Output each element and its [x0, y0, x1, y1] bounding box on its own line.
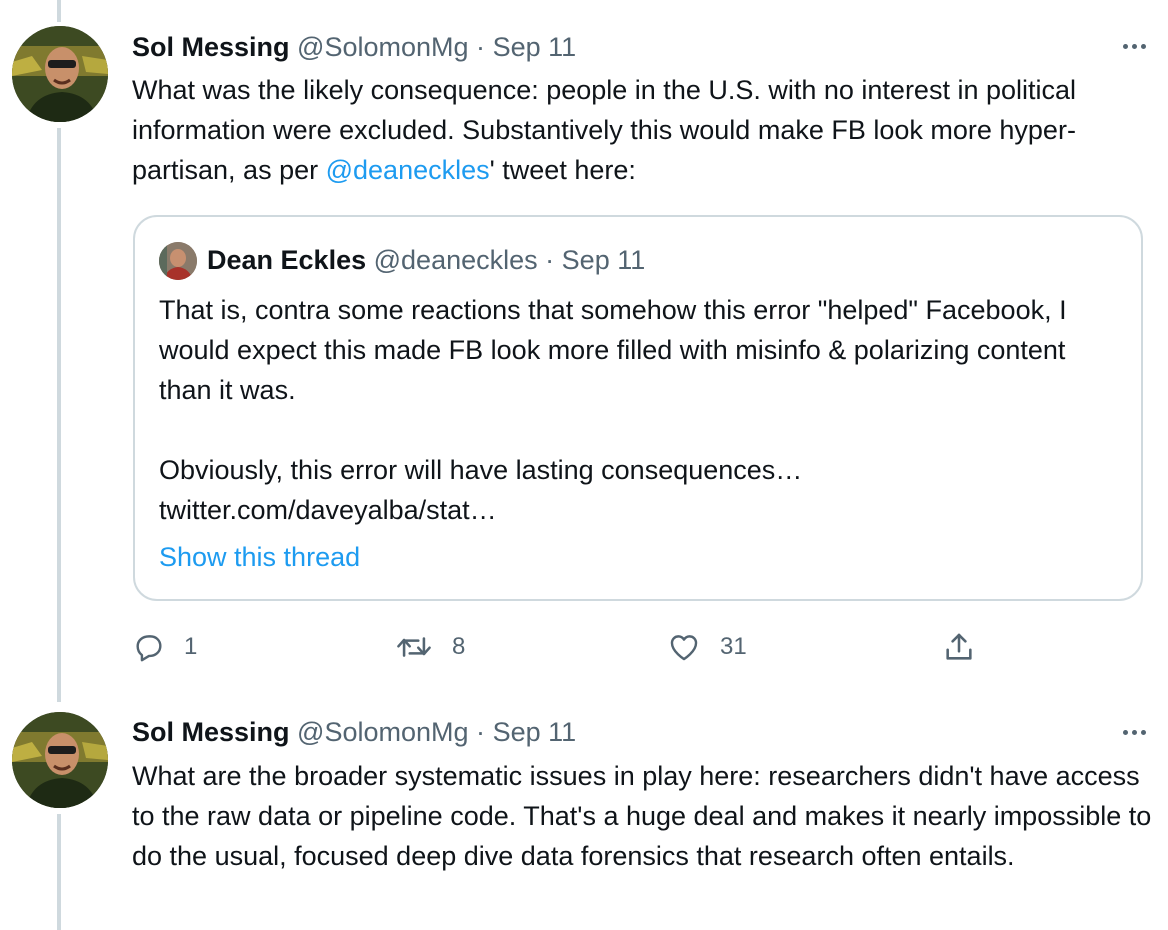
- tweet-header: Sol Messing @SolomonMg · Sep 11: [132, 30, 576, 64]
- avatar[interactable]: [12, 712, 108, 808]
- reply-icon: [136, 635, 162, 662]
- like-count: 31: [720, 633, 747, 660]
- tweet-text-part: ' tweet here:: [489, 155, 636, 185]
- thread-line: [57, 0, 61, 22]
- retweet-icon: [397, 637, 431, 657]
- quote-paragraph: That is, contra some reactions that some…: [159, 295, 1067, 405]
- reply-button[interactable]: 1: [132, 624, 197, 670]
- quote-text: That is, contra some reactions that some…: [159, 290, 1119, 530]
- quote-date[interactable]: Sep 11: [562, 245, 646, 275]
- separator: ·: [476, 32, 486, 62]
- tweet-text: What was the likely consequence: people …: [132, 70, 1152, 190]
- quote-avatar-image: [159, 242, 197, 280]
- quote-author-handle[interactable]: @deaneckles: [374, 245, 538, 275]
- quote-avatar[interactable]: [159, 242, 197, 280]
- author-name[interactable]: Sol Messing: [132, 32, 290, 62]
- quote-paragraph: Obviously, this error will have lasting …: [159, 455, 803, 485]
- avatar-image: [12, 712, 108, 808]
- author-handle[interactable]: @SolomonMg: [297, 32, 468, 62]
- quoted-tweet[interactable]: Dean Eckles @deaneckles · Sep 11 That is…: [133, 215, 1143, 601]
- tweet-actions: 1 8 31: [132, 624, 982, 670]
- tweet-text: What are the broader systematic issues i…: [132, 761, 1152, 871]
- quote-header: Dean Eckles @deaneckles · Sep 11: [207, 242, 645, 278]
- thread-line: [57, 128, 61, 702]
- retweet-button[interactable]: 8: [394, 624, 465, 670]
- more-icon[interactable]: [1116, 36, 1152, 56]
- tweet-date[interactable]: Sep 11: [493, 32, 577, 62]
- author-handle[interactable]: @SolomonMg: [297, 717, 468, 747]
- quote-author-name[interactable]: Dean Eckles: [207, 245, 366, 275]
- avatar-image: [12, 26, 108, 122]
- separator: ·: [476, 717, 486, 747]
- author-name[interactable]: Sol Messing: [132, 717, 290, 747]
- avatar[interactable]: [12, 26, 108, 122]
- separator: ·: [545, 245, 555, 275]
- like-button[interactable]: 31: [666, 624, 747, 670]
- retweet-count: 8: [452, 633, 466, 660]
- share-button[interactable]: [942, 624, 976, 670]
- quote-link-text[interactable]: twitter.com/daveyalba/stat…: [159, 490, 1119, 530]
- show-thread-link[interactable]: Show this thread: [159, 539, 360, 575]
- more-icon[interactable]: [1116, 722, 1152, 742]
- heart-icon: [670, 635, 698, 661]
- tweet-date[interactable]: Sep 11: [493, 717, 577, 747]
- reply-count: 1: [184, 633, 198, 660]
- thread-line: [57, 814, 61, 930]
- mention-link[interactable]: @deaneckles: [326, 155, 490, 185]
- share-icon: [946, 633, 972, 660]
- tweet-header: Sol Messing @SolomonMg · Sep 11: [132, 715, 576, 749]
